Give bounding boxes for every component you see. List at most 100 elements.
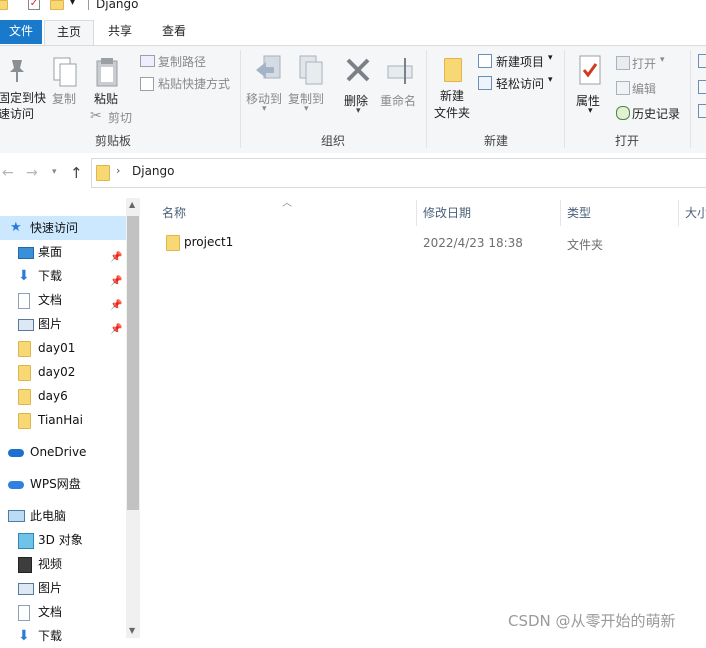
select-icon[interactable] <box>698 54 706 68</box>
paste-button[interactable]: 粘贴 <box>90 56 122 116</box>
folder-icon <box>0 0 8 10</box>
nav-item-day6[interactable]: day6 <box>0 384 126 408</box>
star-icon: ★ <box>10 220 22 235</box>
quick-access-dropdown-icon[interactable]: ▾ <box>70 0 75 8</box>
ribbon-tabs: 文件 主页 共享 查看 <box>0 14 706 46</box>
nav-this-pc[interactable]: 此电脑 <box>0 504 126 528</box>
nav-quick-access[interactable]: ★ 快速访问 <box>0 216 126 240</box>
column-separator[interactable] <box>560 200 561 226</box>
nav-label: 文档 <box>38 293 63 307</box>
chevron-down-icon: ▾ <box>548 53 553 63</box>
open-button[interactable]: 打开 ▾ <box>614 54 684 72</box>
nav-item-desktop[interactable]: 桌面 📌 <box>0 240 126 264</box>
scroll-up-icon[interactable]: ▲ <box>129 200 135 209</box>
paste-label: 粘贴 <box>94 92 119 106</box>
breadcrumb-django[interactable]: Django <box>132 164 175 178</box>
new-folder-icon <box>444 58 462 82</box>
copy-path-button[interactable]: 复制路径 <box>138 52 238 70</box>
move-to-button[interactable]: 移动到 ▾ <box>246 54 286 120</box>
desktop-icon <box>18 247 34 259</box>
nav-label: 文档 <box>38 605 63 619</box>
column-separator[interactable] <box>678 200 679 226</box>
computer-icon <box>8 510 25 522</box>
cloud-icon <box>8 481 24 489</box>
nav-label: 快速访问 <box>30 221 79 235</box>
nav-label: 下载 <box>38 629 63 643</box>
select-icon[interactable] <box>698 80 706 94</box>
nav-item-day02[interactable]: day02 <box>0 360 126 384</box>
select-icon[interactable] <box>698 104 706 118</box>
nav-label: day02 <box>38 365 76 379</box>
open-group-label: 打开 <box>614 134 639 148</box>
scrollbar-thumb[interactable] <box>127 216 139 510</box>
easy-access-button[interactable]: 轻松访问 ▾ <box>476 74 560 92</box>
nav-item-3d-objects[interactable]: 3D 对象 <box>0 528 126 552</box>
move-to-icon <box>256 55 281 79</box>
back-arrow-icon[interactable]: ← <box>2 165 14 181</box>
nav-onedrive[interactable]: OneDrive <box>0 440 126 464</box>
new-item-icon <box>478 54 492 68</box>
nav-item-day01[interactable]: day01 <box>0 336 126 360</box>
history-button[interactable]: 历史记录 <box>614 104 694 122</box>
new-item-button[interactable]: 新建项目 ▾ <box>476 52 560 70</box>
group-separator <box>426 50 427 148</box>
column-header-name[interactable]: 名称 <box>162 198 412 228</box>
column-header-modified[interactable]: 修改日期 <box>423 198 553 228</box>
file-modified: 2022/4/23 18:38 <box>423 236 523 250</box>
delete-x-icon <box>346 58 370 82</box>
easy-access-icon <box>478 76 492 90</box>
open-label: 打开 <box>632 57 657 71</box>
pin-to-quick-access-button[interactable]: 固定到快 速访问 <box>0 56 46 126</box>
window-title: Django <box>96 0 139 11</box>
delete-button[interactable]: 删除 ▾ <box>340 54 376 120</box>
forward-arrow-icon[interactable]: → <box>26 165 38 181</box>
folder-icon <box>18 389 31 405</box>
nav-item-videos[interactable]: 视频 <box>0 552 126 576</box>
nav-item-pc-documents[interactable]: 文档 <box>0 600 126 624</box>
up-arrow-icon[interactable]: ↑ <box>70 164 83 182</box>
file-type: 文件夹 <box>567 238 604 252</box>
address-bar[interactable]: › Django <box>91 158 706 188</box>
cut-label: 剪切 <box>108 111 133 125</box>
nav-label: day6 <box>38 389 68 403</box>
easy-access-label: 轻松访问 <box>496 77 545 91</box>
edit-label: 编辑 <box>632 82 657 96</box>
tab-home[interactable]: 主页 <box>44 20 94 46</box>
title-separator <box>88 0 89 10</box>
edit-button[interactable]: 编辑 <box>614 79 684 97</box>
download-arrow-icon: ⬇ <box>18 628 30 644</box>
nav-wps[interactable]: WPS网盘 <box>0 472 126 496</box>
rename-label: 重命名 <box>380 94 417 108</box>
nav-item-pc-downloads[interactable]: ⬇ 下载 <box>0 624 126 648</box>
recent-locations-chevron-icon[interactable]: ▾ <box>52 167 57 177</box>
checkbox-icon[interactable]: ✓ <box>28 0 40 10</box>
tab-share[interactable]: 共享 <box>98 20 142 45</box>
folder-icon[interactable] <box>50 0 64 10</box>
column-header-type[interactable]: 类型 <box>567 198 677 228</box>
chevron-down-icon: ▾ <box>588 106 593 116</box>
properties-button[interactable]: 属性 ▾ <box>572 54 608 126</box>
nav-item-documents[interactable]: 文档 📌 <box>0 288 126 312</box>
copy-button[interactable]: 复制 <box>48 56 80 116</box>
copy-to-button[interactable]: 复制到 ▾ <box>288 54 328 120</box>
chevron-down-icon: ▾ <box>356 106 361 116</box>
file-row[interactable]: project1 2022/4/23 18:38 文件夹 <box>156 231 706 255</box>
tab-file[interactable]: 文件 <box>0 20 42 44</box>
rename-button[interactable]: 重命名 <box>380 54 420 114</box>
pin-label: 固定到快 速访问 <box>0 91 47 121</box>
title-bar: ✓ ▾ Django <box>0 0 706 14</box>
cut-button[interactable]: ✂ 剪切 <box>90 108 150 126</box>
paste-shortcut-button[interactable]: 粘贴快捷方式 <box>138 74 238 92</box>
nav-item-pictures[interactable]: 图片 📌 <box>0 312 126 336</box>
column-separator[interactable] <box>416 200 417 226</box>
nav-label: 图片 <box>38 317 63 331</box>
nav-item-tianhai[interactable]: TianHai <box>0 408 126 432</box>
nav-item-pc-pictures[interactable]: 图片 <box>0 576 126 600</box>
clipboard-icon <box>96 58 118 87</box>
column-header-size[interactable]: 大小 <box>685 198 706 228</box>
scroll-down-icon[interactable]: ▼ <box>129 626 135 635</box>
new-folder-button[interactable]: 新建 文件夹 <box>432 54 472 126</box>
history-label: 历史记录 <box>632 107 681 121</box>
nav-item-downloads[interactable]: ⬇ 下载 📌 <box>0 264 126 288</box>
tab-view[interactable]: 查看 <box>152 20 196 45</box>
